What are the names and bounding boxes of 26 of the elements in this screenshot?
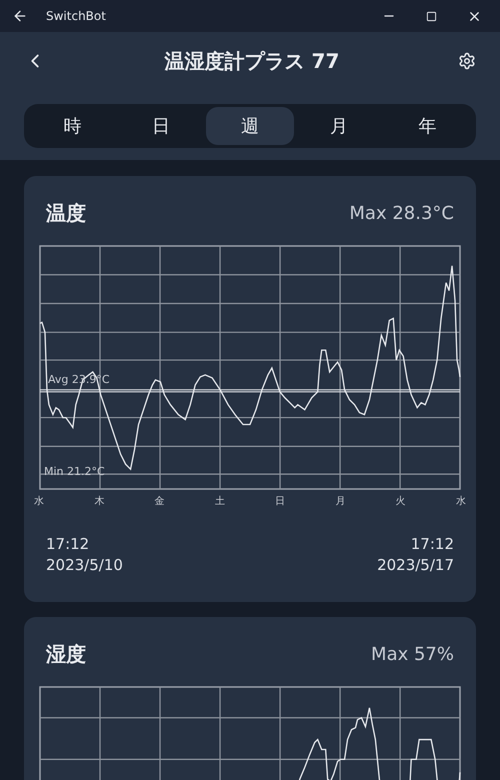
axis-label: 金	[154, 495, 165, 508]
maximize-icon[interactable]	[426, 10, 437, 22]
maximum-label: Max 28.3°C	[349, 203, 454, 224]
end-date: 2023/5/17	[377, 555, 454, 576]
period-tab[interactable]: 週	[206, 107, 294, 145]
card-title: 温度	[46, 200, 86, 227]
axis-label: 水	[34, 494, 44, 508]
axis-label: 木	[94, 494, 104, 508]
end-time: 17:12	[410, 534, 454, 555]
start-date: 2023/5/10	[46, 555, 123, 576]
maximum-label: Max 57%	[371, 644, 454, 665]
start-time: 17:12	[46, 534, 90, 555]
settings-icon	[458, 52, 476, 70]
page-title: 温湿度計プラス 77	[164, 48, 340, 74]
axis-label: 火	[396, 494, 406, 508]
period-tab[interactable]: 日	[116, 107, 206, 145]
axis-label: 月	[335, 495, 346, 508]
card-title: 湿度	[46, 641, 86, 668]
period-tab[interactable]: 月	[294, 107, 384, 145]
axis-label: 土	[214, 494, 225, 508]
axis-label: 水	[456, 494, 466, 508]
period-tab[interactable]: 年	[383, 107, 472, 145]
window-title: SwitchBot	[46, 9, 107, 23]
period-tab[interactable]: 時	[28, 107, 117, 145]
settings-button[interactable]	[458, 52, 476, 70]
axis-label: 日	[275, 495, 286, 508]
